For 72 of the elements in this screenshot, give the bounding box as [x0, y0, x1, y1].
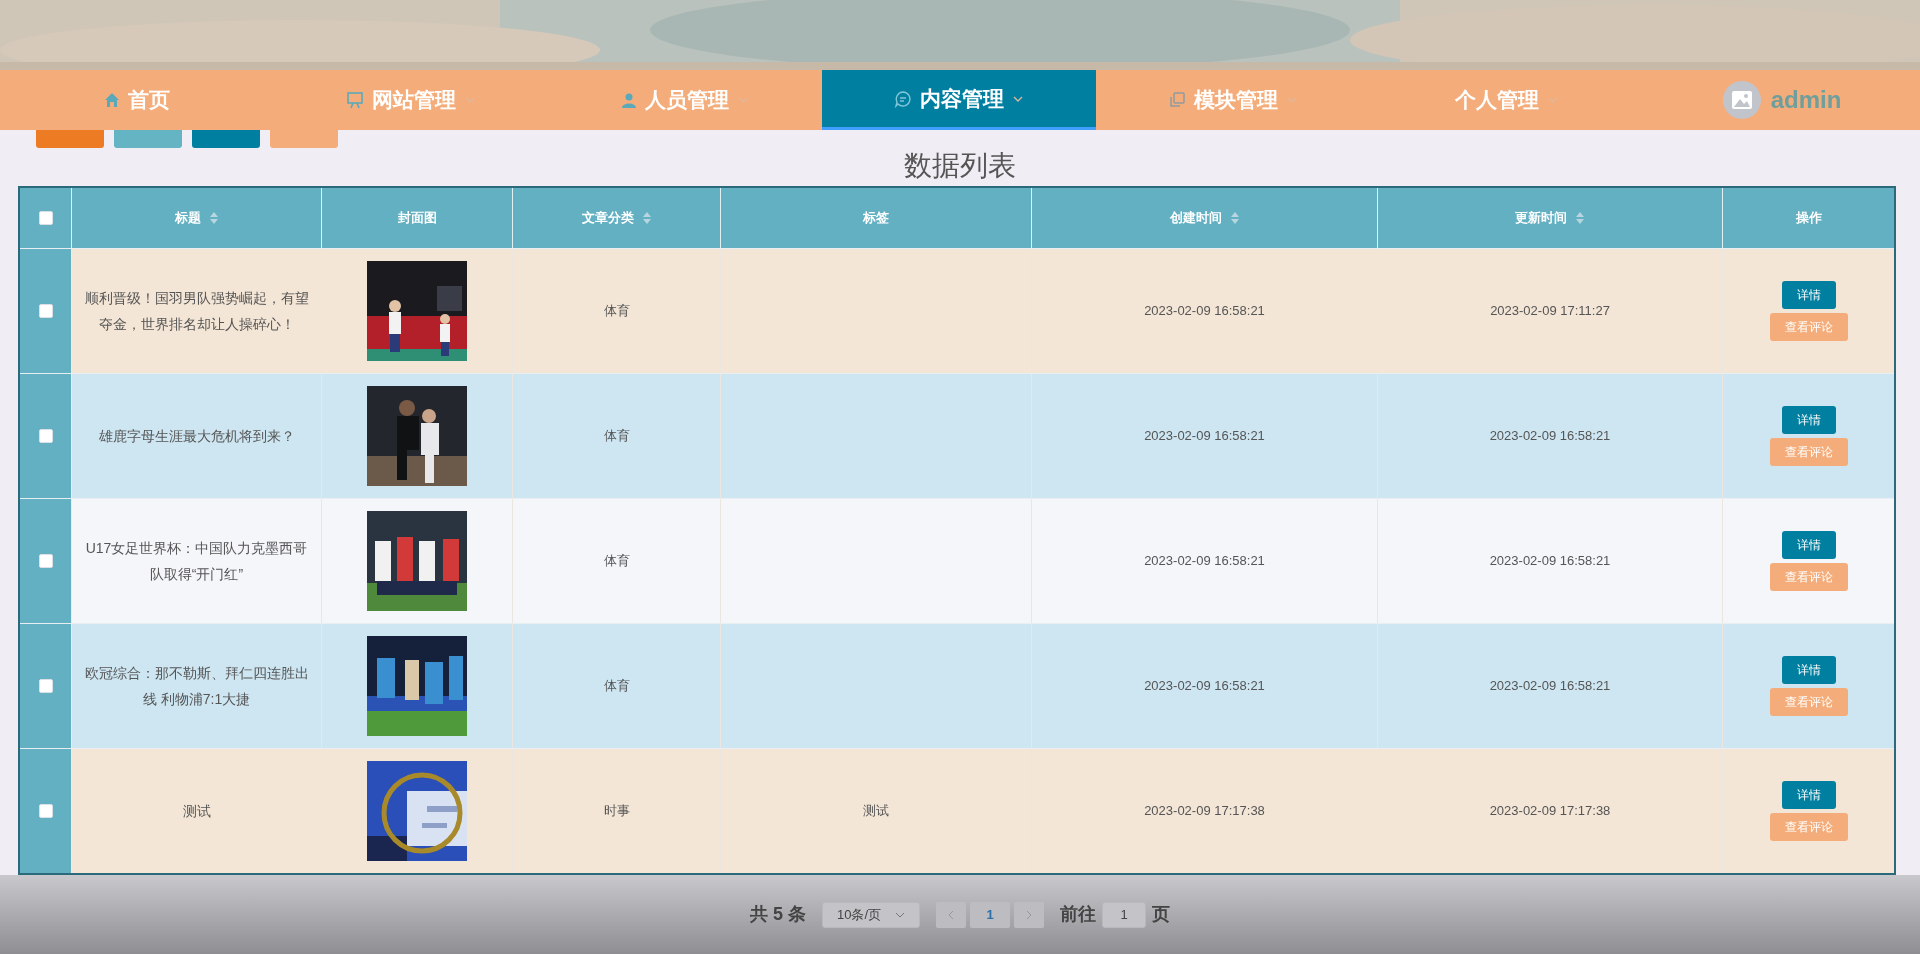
- toolbar-button[interactable]: [36, 130, 104, 148]
- easel-icon: [346, 91, 364, 109]
- chevron-right-icon: [1026, 909, 1032, 920]
- details-button[interactable]: 详情: [1781, 781, 1836, 809]
- table-cell-text: 2023-02-09 16:58:21: [1144, 302, 1265, 321]
- table-cell-text: 测试: [182, 802, 211, 821]
- comments-button[interactable]: 查看评论: [1769, 688, 1848, 716]
- copy-icon: [1168, 91, 1186, 109]
- table-cell-text: 2023-02-09 16:58:21: [1144, 552, 1265, 571]
- goto-suffix: 页: [1152, 903, 1170, 926]
- comments-button[interactable]: 查看评论: [1769, 563, 1848, 591]
- home-icon: [104, 92, 120, 108]
- chevron-down-icon: [895, 911, 905, 918]
- comments-button[interactable]: 查看评论: [1769, 313, 1848, 341]
- checkbox[interactable]: [38, 554, 53, 568]
- chat-icon: [894, 89, 912, 108]
- table-cell-text: 体育: [603, 552, 630, 571]
- table-cell-text: 2023-02-09 17:17:38: [1489, 802, 1611, 821]
- page-title: 数据列表: [904, 152, 1016, 180]
- username[interactable]: admin: [1770, 82, 1842, 118]
- sort-icon[interactable]: [1229, 211, 1240, 225]
- page-size-select[interactable]: 10条/页: [822, 901, 920, 928]
- sort-icon[interactable]: [641, 211, 652, 225]
- table-cell-text: 2023-02-09 16:58:21: [1489, 552, 1611, 571]
- checkbox[interactable]: [38, 429, 53, 443]
- table-cell-text: 体育: [603, 302, 630, 321]
- checkbox[interactable]: [38, 304, 53, 318]
- column-header: 操作: [1794, 209, 1823, 228]
- comments-button[interactable]: 查看评论: [1769, 438, 1848, 466]
- table-cell-text: 2023-02-09 17:11:27: [1490, 302, 1610, 321]
- page-input[interactable]: 1: [1102, 901, 1146, 928]
- goto-label: 前往: [1060, 903, 1096, 926]
- sort-icon[interactable]: [208, 211, 219, 225]
- table-cell-text: 顺利晋级！国羽男队强势崛起，有望夺金，世界排名却让人操碎心！: [84, 289, 309, 334]
- total-count: 共 5 条: [750, 903, 806, 926]
- table-cell-text: U17女足世界杯：中国队力克墨西哥队取得“开门红”: [84, 539, 309, 584]
- details-button[interactable]: 详情: [1781, 656, 1836, 684]
- nav-tab[interactable]: 网站管理: [274, 70, 548, 130]
- image-icon: [1731, 91, 1752, 109]
- chevron-left-icon: [948, 909, 954, 920]
- checkbox[interactable]: [38, 804, 53, 818]
- toolbar-button[interactable]: [270, 130, 338, 148]
- user-icon: [621, 92, 637, 108]
- previous-page-button[interactable]: [936, 901, 966, 928]
- comments-button[interactable]: 查看评论: [1769, 813, 1848, 841]
- page-button[interactable]: 1: [970, 901, 1010, 928]
- table-cell-text: 时事: [603, 802, 630, 821]
- toolbar-button[interactable]: [192, 130, 260, 148]
- table-cell-text: 2023-02-09 16:58:21: [1144, 427, 1265, 446]
- nav-tab[interactable]: 内容管理: [822, 70, 1096, 130]
- details-button[interactable]: 详情: [1781, 406, 1836, 434]
- table-cell-text: 雄鹿字母生涯最大危机将到来？: [98, 427, 295, 446]
- sort-icon[interactable]: [1575, 211, 1585, 225]
- table-cell-text: 体育: [603, 427, 630, 446]
- nav-tab[interactable]: 模块管理: [1096, 70, 1370, 130]
- checkbox[interactable]: [38, 679, 53, 693]
- table-cell-text: 2023-02-09 16:58:21: [1489, 427, 1611, 446]
- nav-tab[interactable]: 首页: [0, 70, 274, 130]
- next-page-button[interactable]: [1014, 901, 1044, 928]
- table-cell-text: 测试: [863, 802, 889, 821]
- checkbox[interactable]: [38, 211, 53, 225]
- table-cell-text: 2023-02-09 16:58:21: [1489, 677, 1611, 696]
- table-cell-text: 欧冠综合：那不勒斯、拜仁四连胜出线 利物浦7:1大捷: [84, 664, 309, 709]
- avatar[interactable]: [1722, 81, 1761, 119]
- nav-tab[interactable]: 人员管理: [548, 70, 822, 130]
- table-cell-text: 2023-02-09 16:58:21: [1144, 677, 1265, 696]
- details-button[interactable]: 详情: [1781, 281, 1836, 309]
- table-cell-text: 2023-02-09 17:17:38: [1144, 802, 1265, 821]
- toolbar-button[interactable]: [114, 130, 182, 148]
- table-cell-text: 体育: [603, 677, 630, 696]
- nav-tab[interactable]: 个人管理: [1370, 70, 1644, 130]
- details-button[interactable]: 详情: [1781, 531, 1836, 559]
